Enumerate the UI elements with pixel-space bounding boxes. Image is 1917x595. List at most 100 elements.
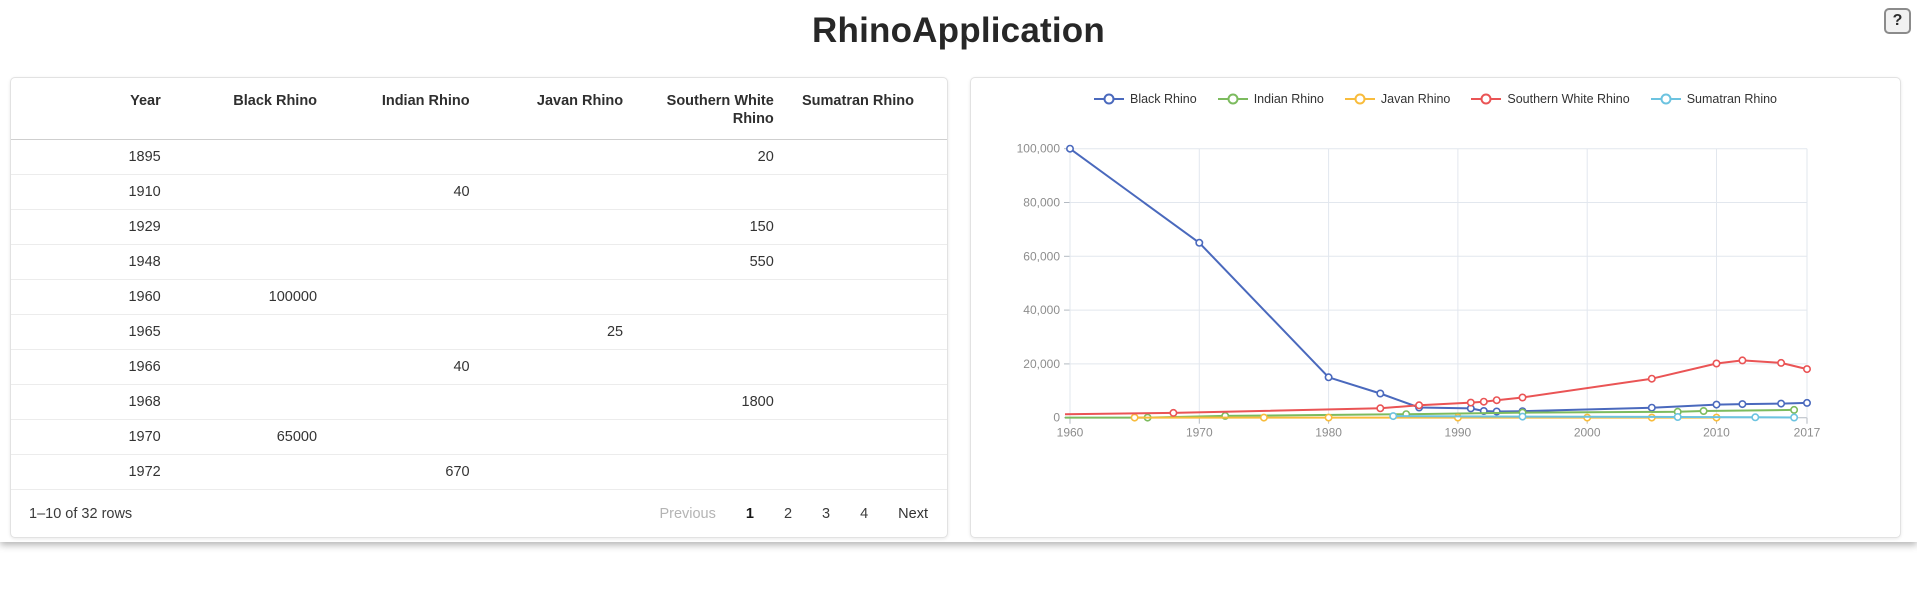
table-cell: 1966	[11, 350, 161, 385]
table-row: 196525	[11, 315, 947, 350]
table-cell: 1929	[11, 210, 161, 245]
table-row: 1910 40	[11, 175, 947, 210]
table-cell	[317, 315, 470, 350]
table-row: 1929 150	[11, 210, 947, 245]
table-cell: 1910	[11, 175, 161, 210]
table-cell	[623, 350, 774, 385]
table-cell: 40	[317, 175, 470, 210]
previous-button[interactable]: Previous	[659, 506, 715, 522]
table-cell	[161, 140, 317, 175]
table-cell	[470, 350, 624, 385]
svg-text:1960: 1960	[1057, 426, 1084, 440]
page-title: RhinoApplication	[0, 0, 1917, 51]
column-header: Southern White Rhino	[623, 78, 774, 140]
table-row: 1972 670	[11, 455, 947, 490]
table-cell: 1895	[11, 140, 161, 175]
table-cell	[161, 350, 317, 385]
table-cell	[161, 455, 317, 490]
table-cell	[774, 175, 947, 210]
table-cell: 550	[623, 245, 774, 280]
svg-text:1970: 1970	[1186, 426, 1213, 440]
column-header: Black Rhino	[161, 78, 317, 140]
table-cell	[623, 420, 774, 455]
svg-text:80,000: 80,000	[1023, 196, 1060, 210]
column-header: Sumatran Rhino	[774, 78, 947, 140]
svg-text:0: 0	[1053, 411, 1060, 425]
table-cell	[470, 280, 624, 315]
svg-text:1980: 1980	[1315, 426, 1342, 440]
table-cell	[623, 315, 774, 350]
table-cell: 1960	[11, 280, 161, 315]
pagination: Previous 1 2 3 4 Next	[659, 506, 928, 522]
table-cell: 40	[317, 350, 470, 385]
rows-summary: 1–10 of 32 rows	[29, 506, 132, 522]
table-cell	[470, 175, 624, 210]
table-cell	[774, 140, 947, 175]
table-cell	[623, 175, 774, 210]
table-cell	[161, 210, 317, 245]
table-row: 197065000	[11, 420, 947, 455]
main-content: YearBlack RhinoIndian RhinoJavan RhinoSo…	[0, 77, 1917, 538]
table-row: 1960100000	[11, 280, 947, 315]
table-cell: 150	[623, 210, 774, 245]
rhino-chart-card: Black RhinoIndian RhinoJavan RhinoSouthe…	[970, 77, 1901, 538]
svg-text:60,000: 60,000	[1023, 249, 1060, 263]
table-cell	[774, 420, 947, 455]
table-footer: 1–10 of 32 rows Previous 1 2 3 4 Next	[11, 490, 947, 537]
table-cell	[774, 280, 947, 315]
svg-text:100,000: 100,000	[1017, 142, 1061, 156]
rhino-table-card: YearBlack RhinoIndian RhinoJavan RhinoSo…	[10, 77, 948, 538]
table-cell	[317, 245, 470, 280]
table-body: 1895201910401929150194855019601000001965…	[11, 140, 947, 490]
page-number-button[interactable]: 1	[746, 506, 754, 522]
table-cell	[317, 420, 470, 455]
table-cell: 1972	[11, 455, 161, 490]
table-cell	[774, 350, 947, 385]
page-number-button[interactable]: 4	[860, 506, 868, 522]
table-cell: 1800	[623, 385, 774, 420]
table-cell	[317, 280, 470, 315]
table-cell	[317, 140, 470, 175]
table-row: 1895 20	[11, 140, 947, 175]
table-cell	[774, 385, 947, 420]
table-cell	[623, 455, 774, 490]
table-cell: 100000	[161, 280, 317, 315]
page-number-button[interactable]: 3	[822, 506, 830, 522]
column-header: Indian Rhino	[317, 78, 470, 140]
table-cell: 65000	[161, 420, 317, 455]
svg-text:40,000: 40,000	[1023, 303, 1060, 317]
table-cell	[161, 385, 317, 420]
table-row: 1948 550	[11, 245, 947, 280]
table-cell: 1968	[11, 385, 161, 420]
svg-text:2010: 2010	[1703, 426, 1730, 440]
help-button[interactable]: ?	[1884, 8, 1911, 34]
table-cell: 20	[623, 140, 774, 175]
svg-text:2017: 2017	[1794, 426, 1821, 440]
table-cell	[470, 455, 624, 490]
table-cell: 1948	[11, 245, 161, 280]
column-header: Javan Rhino	[470, 78, 624, 140]
table-row: 1966 40	[11, 350, 947, 385]
table-cell	[470, 420, 624, 455]
table-cell	[774, 210, 947, 245]
table-cell	[317, 385, 470, 420]
rhino-table: YearBlack RhinoIndian RhinoJavan RhinoSo…	[11, 78, 947, 490]
next-button[interactable]: Next	[898, 506, 928, 522]
table-header-row: YearBlack RhinoIndian RhinoJavan RhinoSo…	[11, 78, 947, 140]
table-cell	[161, 315, 317, 350]
table-cell	[470, 385, 624, 420]
table-cell	[470, 245, 624, 280]
table-row: 1968 1800	[11, 385, 947, 420]
table-cell: 1970	[11, 420, 161, 455]
svg-text:20,000: 20,000	[1023, 357, 1060, 371]
table-cell	[623, 280, 774, 315]
table-cell	[774, 315, 947, 350]
table-cell	[774, 455, 947, 490]
table-cell	[470, 210, 624, 245]
table-cell: 670	[317, 455, 470, 490]
table-cell	[161, 245, 317, 280]
page-number-button[interactable]: 2	[784, 506, 792, 522]
table-cell	[161, 175, 317, 210]
column-header: Year	[11, 78, 161, 140]
rhino-chart-svg: 0 20,000 40,000 60,000 80,000 100,000 1960 1970…	[971, 78, 1902, 539]
